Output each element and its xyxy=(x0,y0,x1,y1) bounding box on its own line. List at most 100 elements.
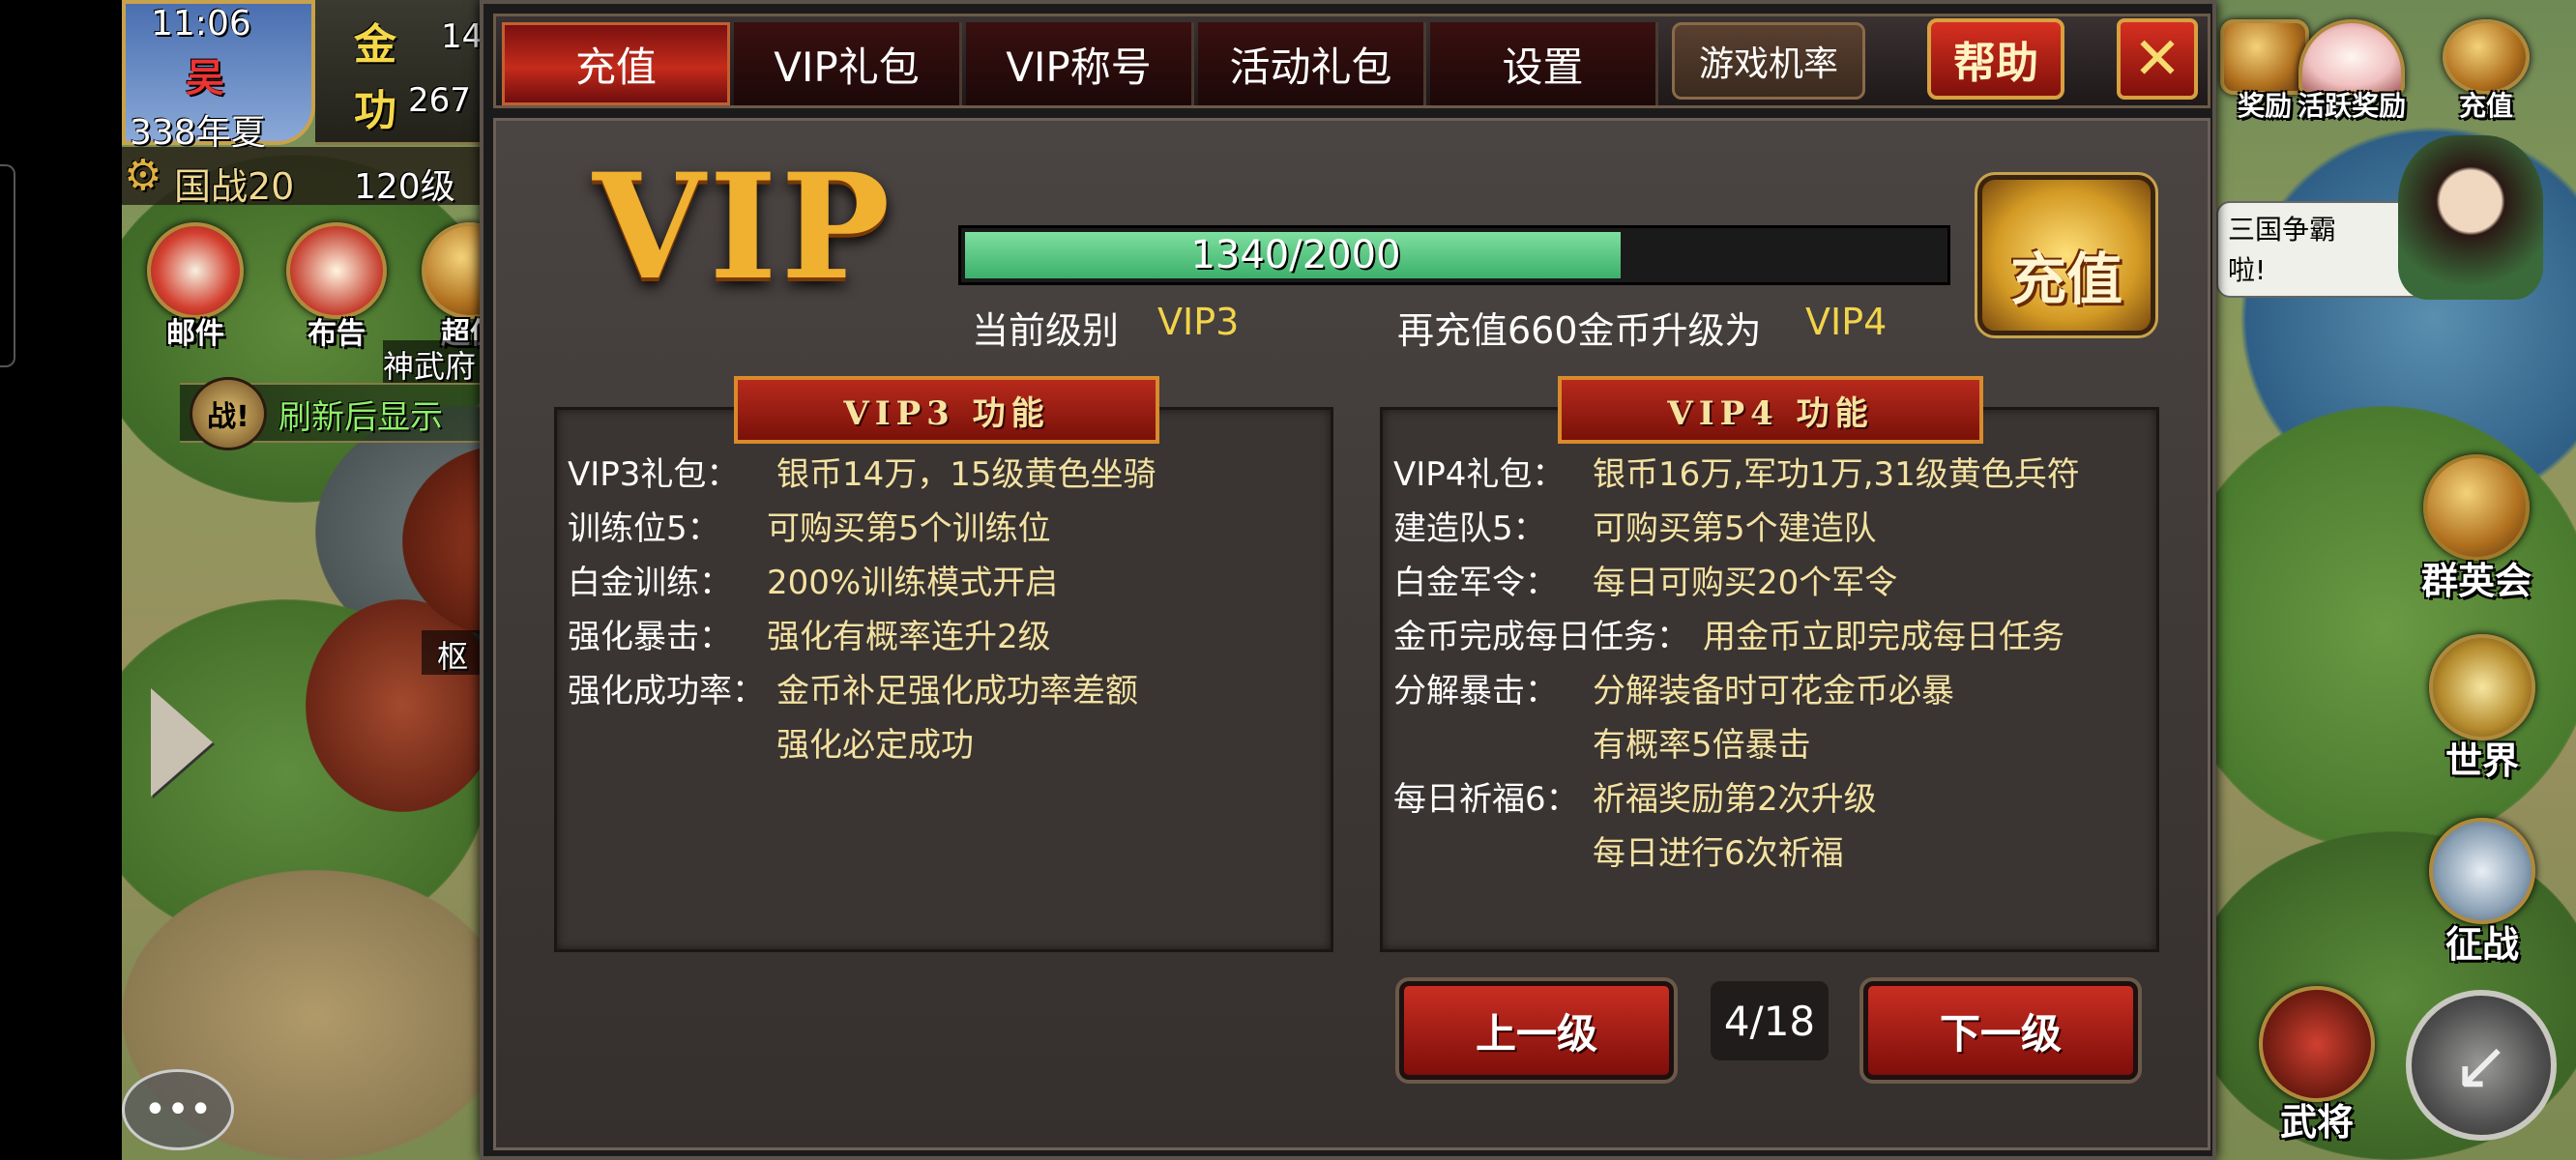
merit-value: 267 xyxy=(408,81,471,120)
ellipsis-icon: ••• xyxy=(143,1088,213,1132)
mail-button[interactable]: 邮件 xyxy=(147,222,244,352)
generals-button[interactable]: 武将 xyxy=(2259,986,2375,1146)
feature-value: 强化必定成功 xyxy=(776,726,974,765)
scroll-icon xyxy=(286,222,387,319)
left-edge-tab xyxy=(0,164,15,367)
feature-key: 建造队5： xyxy=(1393,509,1546,548)
notice-label: 布告 xyxy=(307,317,366,351)
feature-row: VIP3礼包： 银币14万，15级黄色坐骑 xyxy=(568,448,1156,495)
feature-row: 建造队5： 可购买第5个建造队 xyxy=(1393,502,1877,549)
recharge-button-label: 充值 xyxy=(2009,246,2122,312)
vip3-feature-ribbon: VIP3 功能 xyxy=(684,376,1210,453)
close-icon: ✕ xyxy=(2132,25,2182,93)
feature-value: 强化有概率连升2级 xyxy=(767,618,1051,656)
nav-left-arrow[interactable] xyxy=(151,688,213,797)
close-button[interactable]: ✕ xyxy=(2117,18,2198,100)
reward-button[interactable]: 奖励 xyxy=(2220,19,2309,124)
vip-progress-track: 1340/2000 xyxy=(958,225,1950,285)
kingdom-text: 吴 xyxy=(186,56,224,101)
feature-row: VIP4礼包： 银币16万,军功1万,31级黄色兵符 xyxy=(1393,448,2080,495)
tab-recharge[interactable]: 充值 xyxy=(502,22,730,105)
advisor-portrait[interactable] xyxy=(2398,135,2543,300)
merit-label: 功 xyxy=(354,86,396,135)
game-screen: 11:06 吴 338年夏 金 14 功 267 ⚙ 国战20 120级 邮件 … xyxy=(0,0,2576,1160)
heroes-icon xyxy=(2423,454,2530,561)
vip4-feature-ribbon: VIP4 功能 xyxy=(1508,376,2034,453)
feature-row: 白金训练： 200%训练模式开启 xyxy=(568,556,1058,603)
mail-label: 邮件 xyxy=(166,317,224,351)
feature-value: 金币补足强化成功率差额 xyxy=(776,672,1138,710)
recharge-button[interactable]: 充值 xyxy=(1975,172,2158,338)
active-reward-button[interactable]: 活跃奖励 xyxy=(2298,19,2406,124)
chest-reward-icon xyxy=(2220,19,2309,95)
vip-dialog: 充值 VIP礼包 VIP称号 活动礼包 设置 游戏机率 帮助 ✕ VIP 134… xyxy=(480,0,2216,1160)
world-label: 世界 xyxy=(2444,740,2519,782)
feature-value: 每日可购买20个军令 xyxy=(1593,564,1898,602)
return-arrow-button[interactable]: ↙ xyxy=(2406,990,2557,1141)
feature-row: 强化暴击： 强化有概率连升2级 xyxy=(568,610,1051,657)
feature-row: 白金军令： 每日可购买20个军令 xyxy=(1393,556,1897,603)
feature-value: 分解装备时可花金币必暴 xyxy=(1593,672,1954,710)
game-rates-button[interactable]: 游戏机率 xyxy=(1672,22,1865,100)
help-button[interactable]: 帮助 xyxy=(1927,18,2064,100)
conquest-button[interactable]: 征战 xyxy=(2429,818,2535,968)
coin-icon xyxy=(2443,19,2530,95)
upgrade-hint: 再充值660金币升级为 xyxy=(1397,309,1762,352)
feature-value: 有概率5倍暴击 xyxy=(1593,726,1811,765)
vip-progress-text: 1340/2000 xyxy=(1190,233,1401,277)
feature-key: VIP4礼包： xyxy=(1393,455,1566,494)
feature-value: 200%训练模式开启 xyxy=(767,564,1059,602)
feature-key: 金币完成每日任务： xyxy=(1393,618,1689,656)
current-level-label: 当前级别 xyxy=(972,309,1120,352)
battle-tag-text: 战! xyxy=(207,400,249,434)
vip-panel: VIP 1340/2000 当前级别 VIP3 再充值660金币升级为 VIP4… xyxy=(493,118,2210,1150)
fan-icon xyxy=(2298,19,2405,95)
feature-row: 训练位5： 可购买第5个训练位 xyxy=(568,502,1051,549)
hub-label[interactable]: 枢 xyxy=(437,632,468,677)
feature-key: 训练位5： xyxy=(568,509,720,548)
gold-label: 金 xyxy=(354,20,396,70)
battle-tag: 战! xyxy=(190,377,267,450)
feature-key: VIP3礼包： xyxy=(568,455,740,494)
feature-row: 分解暴击： 分解装备时可花金币必暴 xyxy=(1393,664,1954,711)
clock-text: 11:06 xyxy=(151,4,251,44)
compass-icon xyxy=(2429,634,2535,740)
feature-key: 每日祈福6： xyxy=(1393,780,1579,819)
prev-level-button[interactable]: 上一级 xyxy=(1395,977,1678,1084)
tab-vip-title[interactable]: VIP称号 xyxy=(966,22,1194,105)
feature-key: 强化暴击： xyxy=(568,618,732,656)
tab-event-gift[interactable]: 活动礼包 xyxy=(1198,22,1426,105)
feature-row: 每日祈福6： 祈福奖励第2次升级 xyxy=(1393,772,1877,820)
feature-key: 分解暴击： xyxy=(1393,672,1558,710)
feature-value: 可购买第5个建造队 xyxy=(1593,509,1877,548)
feature-value: 祈福奖励第2次升级 xyxy=(1593,780,1877,819)
feature-key: 强化成功率： xyxy=(568,672,765,710)
war-text: 国战20 xyxy=(174,165,295,208)
active-reward-label: 活跃奖励 xyxy=(2298,90,2407,122)
level-text: 120级 xyxy=(354,167,455,207)
gear-icon[interactable]: ⚙ xyxy=(124,151,161,200)
chat-popup-line2: 啦! xyxy=(2228,254,2267,286)
notice-button[interactable]: 布告 xyxy=(286,222,387,352)
vip-logo: VIP xyxy=(593,142,894,312)
general-icon xyxy=(2259,986,2375,1102)
reward-label: 奖励 xyxy=(2237,90,2292,122)
place-label[interactable]: 神武府 xyxy=(383,342,476,387)
crossed-swords-icon xyxy=(2429,818,2535,924)
current-level-value: VIP3 xyxy=(1157,301,1240,343)
feature-key: 白金训练： xyxy=(568,564,732,602)
gold-value: 14 xyxy=(441,17,483,56)
feature-row: 强化成功率： 金币补足强化成功率差额 xyxy=(568,664,1138,711)
chat-bubble-button[interactable]: ••• xyxy=(122,1069,234,1150)
arrow-down-left-icon: ↙ xyxy=(2452,1026,2510,1105)
feature-row: 金币完成每日任务： 用金币立即完成每日任务 xyxy=(1393,610,2064,657)
next-level-button[interactable]: 下一级 xyxy=(1859,977,2142,1084)
heroes-button[interactable]: 群英会 xyxy=(2421,454,2532,604)
recharge-top-button[interactable]: 充值 xyxy=(2443,19,2530,124)
tab-settings[interactable]: 设置 xyxy=(1430,22,1658,105)
feature-key: 白金军令： xyxy=(1393,564,1558,602)
feature-value: 每日进行6次祈福 xyxy=(1593,834,1844,873)
tab-vip-gift[interactable]: VIP礼包 xyxy=(734,22,962,105)
mail-icon xyxy=(147,222,244,319)
world-button[interactable]: 世界 xyxy=(2429,634,2535,784)
